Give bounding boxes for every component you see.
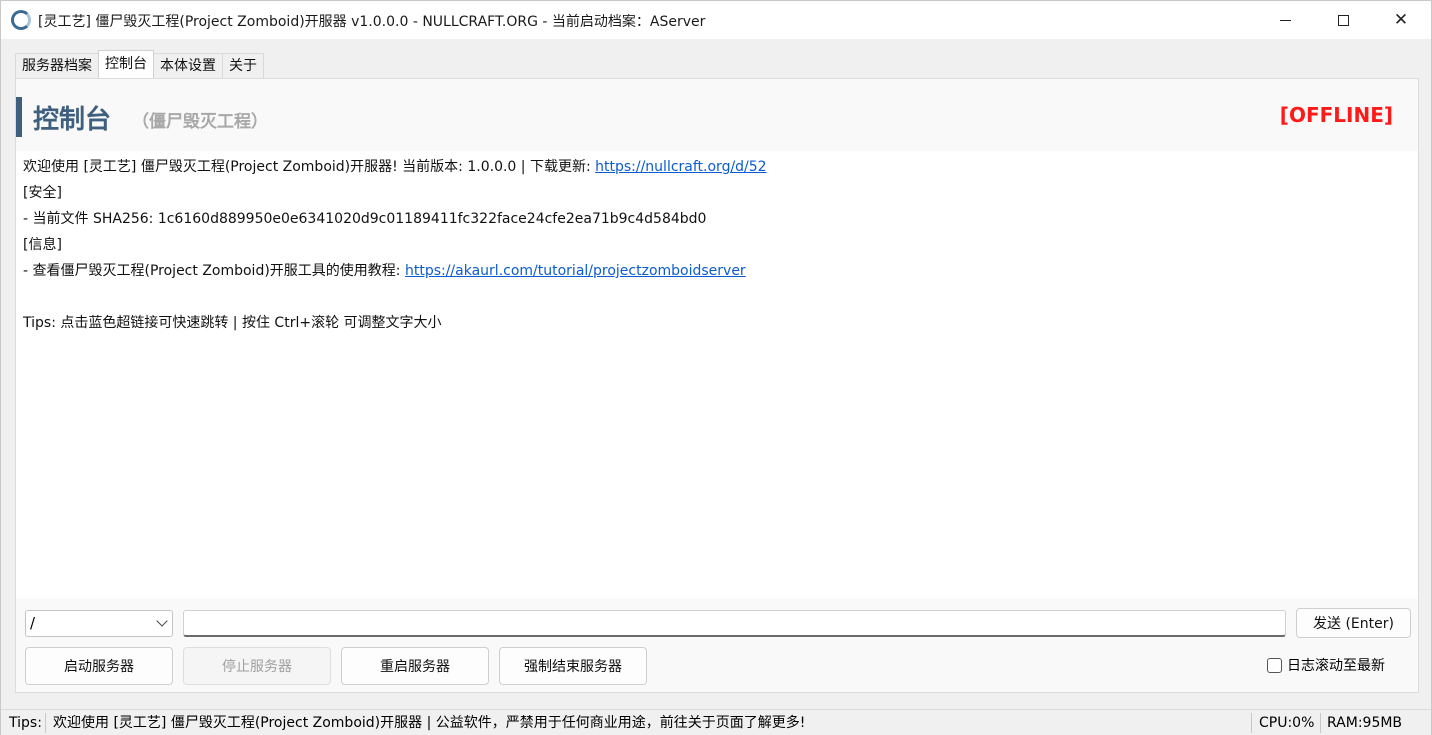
tab-game-settings[interactable]: 本体设置 <box>153 53 223 79</box>
status-divider <box>45 713 46 733</box>
tab-bar: 服务器档案 控制台 本体设置 关于 <box>15 50 264 79</box>
log-line: - 当前文件 SHA256: 1c6160d889950e0e6341020d9… <box>23 211 707 227</box>
send-button[interactable]: 发送 (Enter) <box>1296 608 1411 638</box>
log-text: - 查看僵尸毁灭工程(Project Zomboid)开服工具的使用教程: <box>23 263 405 279</box>
tutorial-link[interactable]: https://akaurl.com/tutorial/projectzombo… <box>405 263 746 279</box>
server-status-badge: [OFFLINE] <box>1279 103 1393 127</box>
log-text: 欢迎使用 [灵工艺] 僵尸毁灭工程(Project Zomboid)开服器! 当… <box>23 159 596 175</box>
close-icon: ✕ <box>1393 9 1409 30</box>
window-title: [灵工艺] 僵尸毁灭工程(Project Zomboid)开服器 v1.0.0.… <box>38 14 706 30</box>
log-line: Tips: 点击蓝色超链接可快速跳转 | 按住 Ctrl+滚轮 可调整文字大小 <box>23 315 442 331</box>
console-panel: 控制台 （僵尸毁灭工程） [OFFLINE] 欢迎使用 [灵工艺] 僵尸毁灭工程… <box>15 78 1419 693</box>
command-prefix-value: / <box>30 614 36 632</box>
download-update-link[interactable]: https://nullcraft.org/d/52 <box>595 159 766 175</box>
maximize-button[interactable] <box>1314 1 1372 39</box>
force-kill-server-button[interactable]: 强制结束服务器 <box>499 647 647 685</box>
app-window: [灵工艺] 僵尸毁灭工程(Project Zomboid)开服器 v1.0.0.… <box>0 0 1432 735</box>
start-server-button[interactable]: 启动服务器 <box>25 647 173 685</box>
console-log[interactable]: 欢迎使用 [灵工艺] 僵尸毁灭工程(Project Zomboid)开服器! 当… <box>16 151 1418 599</box>
autoscroll-toggle[interactable]: 日志滚动至最新 <box>1267 656 1385 674</box>
autoscroll-checkbox[interactable] <box>1267 657 1282 673</box>
header-accent-bar <box>16 97 22 137</box>
close-button[interactable]: ✕ <box>1372 1 1430 39</box>
page-subtitle: （僵尸毁灭工程） <box>132 112 268 132</box>
page-title: 控制台 <box>33 105 112 135</box>
tab-server-profiles[interactable]: 服务器档案 <box>15 53 99 79</box>
log-line: [安全] <box>23 185 62 201</box>
autoscroll-label: 日志滚动至最新 <box>1287 658 1385 674</box>
status-divider <box>1251 713 1252 733</box>
log-line: 欢迎使用 [灵工艺] 僵尸毁灭工程(Project Zomboid)开服器! 当… <box>23 154 1411 180</box>
command-prefix-select[interactable]: / <box>25 610 173 637</box>
cpu-usage: CPU:0% <box>1259 715 1315 731</box>
log-line: - 查看僵尸毁灭工程(Project Zomboid)开服工具的使用教程: ht… <box>23 258 1411 284</box>
minimize-button[interactable] <box>1256 1 1314 39</box>
restart-server-button[interactable]: 重启服务器 <box>341 647 489 685</box>
ram-usage: RAM:95MB <box>1327 715 1403 731</box>
minimize-icon <box>1279 19 1291 21</box>
tab-console[interactable]: 控制台 <box>98 50 154 78</box>
app-logo-icon <box>11 10 31 30</box>
command-input[interactable] <box>183 610 1286 637</box>
status-tips-label: Tips: <box>9 715 42 731</box>
status-bar: Tips: 欢迎使用 [灵工艺] 僵尸毁灭工程(Project Zomboid)… <box>1 709 1431 735</box>
chevron-down-icon <box>156 615 168 627</box>
tab-about[interactable]: 关于 <box>222 53 264 79</box>
status-message: 欢迎使用 [灵工艺] 僵尸毁灭工程(Project Zomboid)开服器 | … <box>53 715 806 731</box>
log-line: [信息] <box>23 237 62 253</box>
stop-server-button[interactable]: 停止服务器 <box>183 647 331 685</box>
status-divider <box>1320 713 1321 733</box>
title-bar[interactable]: [灵工艺] 僵尸毁灭工程(Project Zomboid)开服器 v1.0.0.… <box>1 1 1431 39</box>
maximize-icon <box>1337 14 1349 26</box>
